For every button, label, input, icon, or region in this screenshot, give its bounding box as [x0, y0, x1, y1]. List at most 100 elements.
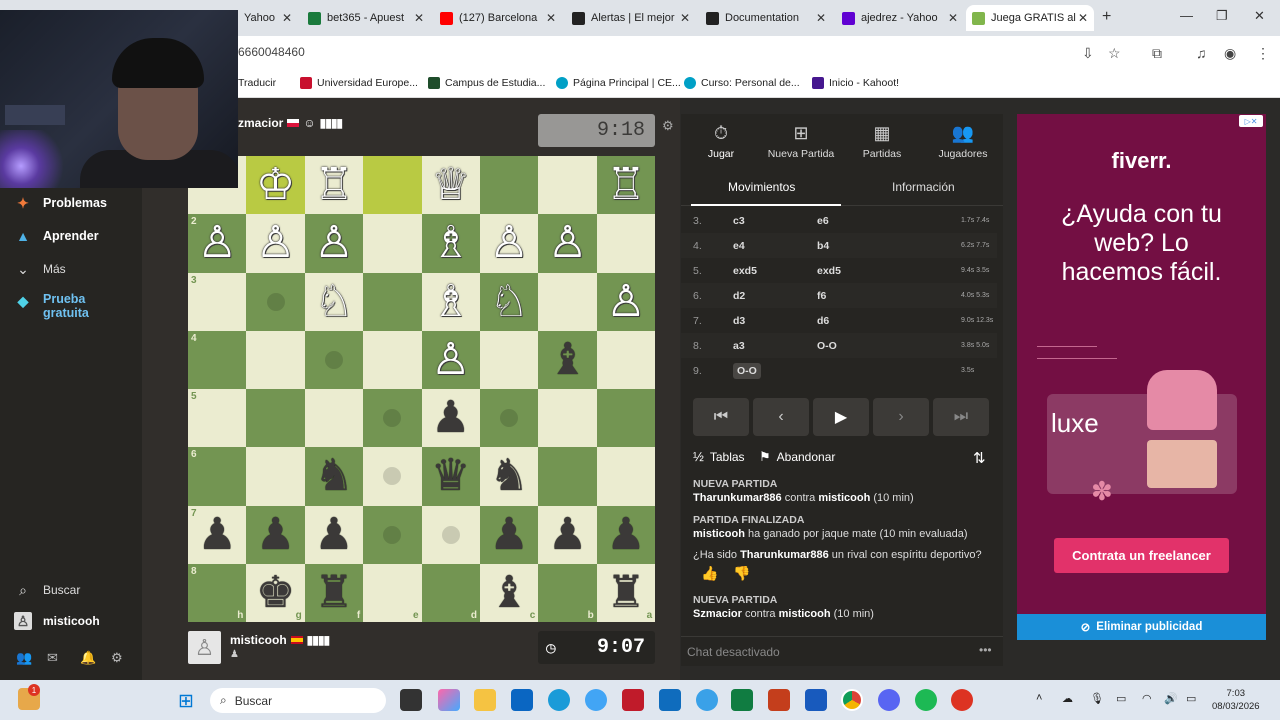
- black-move[interactable]: d6: [817, 315, 829, 327]
- more-icon[interactable]: •••: [979, 643, 992, 657]
- log-player[interactable]: misticooh: [693, 528, 745, 540]
- maximize-icon[interactable]: ❐: [1216, 8, 1228, 24]
- board-square[interactable]: [479, 156, 539, 215]
- board-square[interactable]: [363, 389, 422, 448]
- board-square[interactable]: [538, 272, 597, 331]
- chevron-up-icon[interactable]: ˄: [1036, 692, 1042, 704]
- board-square[interactable]: [304, 330, 364, 389]
- browser-tab-5[interactable]: Documentation ✕: [700, 5, 832, 31]
- last-move-button[interactable]: ⏭: [933, 398, 989, 436]
- top-player-name[interactable]: zmacior: [238, 116, 283, 130]
- black-move[interactable]: e6: [817, 215, 829, 227]
- board-square[interactable]: ♙: [304, 214, 364, 273]
- white-bishop-icon[interactable]: ♗: [431, 221, 470, 265]
- previous-move-button[interactable]: ‹: [753, 398, 809, 436]
- white-move[interactable]: a3: [733, 340, 745, 352]
- board-square[interactable]: ♟: [596, 505, 656, 564]
- close-window-icon[interactable]: ✕: [1254, 8, 1265, 24]
- legal-move-dot[interactable]: [500, 409, 519, 428]
- legal-move-dot[interactable]: [266, 292, 285, 311]
- app-icon[interactable]: [951, 689, 973, 711]
- cloud-icon[interactable]: ☁: [1062, 692, 1073, 705]
- task-view-icon[interactable]: [400, 689, 422, 711]
- sidebar-item-aprender[interactable]: ▲ Aprender: [14, 227, 99, 245]
- browser-tab-3[interactable]: (127) Barcelona ✕: [434, 5, 562, 31]
- board-square[interactable]: ♙: [538, 214, 597, 273]
- file-explorer-icon[interactable]: [474, 689, 496, 711]
- white-move[interactable]: e4: [733, 240, 745, 252]
- discord-icon[interactable]: [878, 689, 900, 711]
- board-square[interactable]: f ♜: [304, 563, 364, 622]
- board-square[interactable]: ♘: [304, 272, 364, 331]
- board-square[interactable]: [538, 447, 597, 506]
- black-move[interactable]: b4: [817, 240, 829, 252]
- board-square[interactable]: d: [421, 563, 480, 622]
- black-rook-icon[interactable]: ♜: [314, 570, 353, 615]
- bookmark-universidad[interactable]: Universidad Europe...: [300, 77, 418, 89]
- settings-gear-icon[interactable]: ⚙: [662, 118, 674, 134]
- browser-tab-6[interactable]: ajedrez - Yahoo ✕: [836, 5, 964, 31]
- install-icon[interactable]: ⇩: [1082, 45, 1094, 62]
- board-square[interactable]: 7 ♟: [188, 505, 247, 564]
- white-pawn-icon[interactable]: ♙: [431, 337, 470, 382]
- board-square[interactable]: e: [363, 563, 422, 622]
- board-square[interactable]: b: [538, 563, 597, 622]
- board-square[interactable]: [363, 156, 422, 215]
- thumbs-down-icon[interactable]: 👎: [733, 565, 755, 585]
- minimize-icon[interactable]: —: [1180, 8, 1193, 23]
- board-square[interactable]: 8h: [188, 563, 247, 622]
- black-bishop-icon[interactable]: ♝: [489, 570, 528, 615]
- black-pawn-icon[interactable]: ♟: [256, 512, 295, 557]
- board-square[interactable]: ♖: [304, 156, 364, 215]
- tab-nueva-partida[interactable]: ⊞ Nueva Partida: [761, 114, 841, 168]
- wifi-icon[interactable]: ◠: [1142, 692, 1152, 705]
- mail-icon[interactable]: ✉: [47, 650, 58, 666]
- white-pawn-icon[interactable]: ♙: [256, 221, 295, 265]
- black-pawn-icon[interactable]: ♟: [431, 396, 470, 440]
- copilot-icon[interactable]: [438, 689, 460, 711]
- tab-jugadores[interactable]: 👥 Jugadores: [923, 114, 1003, 168]
- board-square[interactable]: [479, 330, 539, 389]
- board-square[interactable]: [246, 330, 305, 389]
- board-square[interactable]: 5: [188, 389, 247, 448]
- white-king-icon[interactable]: ♔: [256, 163, 295, 207]
- browser-tab-2[interactable]: bet365 - Apuest ✕: [302, 5, 430, 31]
- black-pawn-icon[interactable]: ♟: [314, 512, 353, 557]
- board-square[interactable]: 2 ♙: [188, 214, 247, 273]
- volume-icon[interactable]: 🔊: [1164, 692, 1178, 705]
- board-square[interactable]: [363, 447, 422, 506]
- board-square[interactable]: ♕: [421, 156, 480, 215]
- sidebar-item-problemas[interactable]: ✦ Problemas: [14, 194, 107, 212]
- board-square[interactable]: 6: [188, 447, 247, 506]
- board-square[interactable]: ♙: [596, 272, 656, 331]
- black-pawn-icon[interactable]: ♟: [489, 512, 528, 557]
- board-square[interactable]: [596, 330, 656, 389]
- white-move[interactable]: d2: [733, 290, 745, 302]
- bookmark-curso[interactable]: Curso: Personal de...: [684, 77, 800, 89]
- board-square[interactable]: [596, 214, 656, 273]
- next-move-button[interactable]: ›: [873, 398, 929, 436]
- bell-icon[interactable]: 🔔: [80, 650, 96, 666]
- flip-board-icon[interactable]: ⇅: [973, 449, 986, 467]
- board-square[interactable]: [479, 389, 539, 448]
- board-square[interactable]: ♔: [246, 156, 305, 215]
- log-player[interactable]: misticooh: [779, 608, 831, 620]
- black-bishop-icon[interactable]: ♝: [548, 337, 587, 382]
- board-square[interactable]: [246, 447, 305, 506]
- new-tab-button[interactable]: +: [1102, 8, 1111, 26]
- board-square[interactable]: [363, 272, 422, 331]
- white-rook-icon[interactable]: ♖: [314, 163, 353, 207]
- ad-choices-icon[interactable]: ▷✕: [1239, 115, 1263, 127]
- board-square[interactable]: ♞: [479, 447, 539, 506]
- board-square[interactable]: ♘: [479, 272, 539, 331]
- display-icon[interactable]: ▭: [1116, 692, 1126, 705]
- tab-jugar[interactable]: ⏱ Jugar: [681, 114, 761, 168]
- board-square[interactable]: [363, 505, 422, 564]
- close-icon[interactable]: ✕: [816, 11, 826, 25]
- black-move[interactable]: O-O: [817, 340, 837, 352]
- board-square[interactable]: ♛: [421, 447, 480, 506]
- browser-tab-1[interactable]: Yahoo ✕: [238, 5, 298, 31]
- remove-ads-button[interactable]: ⊘ Eliminar publicidad: [1017, 614, 1266, 640]
- bookmark-traducir[interactable]: Traducir: [238, 77, 276, 89]
- board-square[interactable]: [304, 389, 364, 448]
